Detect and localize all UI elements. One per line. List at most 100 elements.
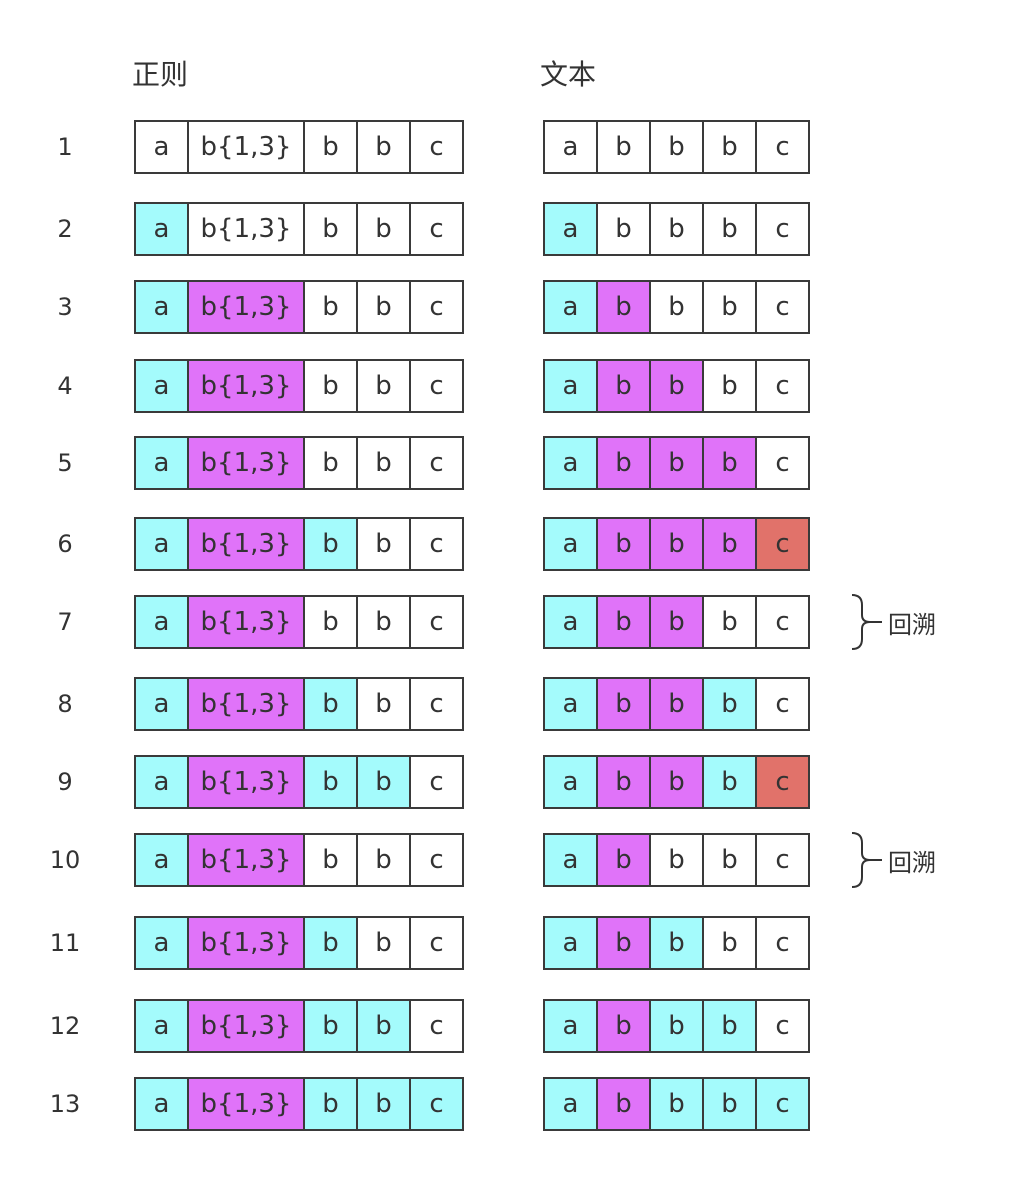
text-char-cell: a <box>543 755 598 809</box>
text-char-cell: b <box>649 595 704 649</box>
regex-strip: a b{1,3} b b c <box>134 999 464 1053</box>
regex-token-cell: a <box>134 280 189 334</box>
text-char-cell: b <box>702 120 757 174</box>
regex-token-cell: a <box>134 1077 189 1131</box>
text-char-cell: b <box>702 677 757 731</box>
text-strip: abbbc <box>543 517 810 571</box>
regex-token-cell: a <box>134 755 189 809</box>
regex-token-cell: c <box>409 436 464 490</box>
text-char-cell: c <box>755 436 810 490</box>
regex-token-cell: b{1,3} <box>187 755 305 809</box>
regex-token-cell: c <box>409 916 464 970</box>
regex-token-cell: b <box>303 677 358 731</box>
regex-token-cell: c <box>409 677 464 731</box>
regex-token-cell: b <box>303 755 358 809</box>
text-strip: abbbc <box>543 833 810 887</box>
regex-token-cell: b <box>303 916 358 970</box>
text-char-cell: b <box>702 999 757 1053</box>
text-char-cell: b <box>596 436 651 490</box>
text-strip: abbbc <box>543 595 810 649</box>
regex-token-cell: b <box>356 1077 411 1131</box>
text-char-cell: b <box>596 677 651 731</box>
regex-strip: a b{1,3} b b c <box>134 916 464 970</box>
text-char-cell: b <box>649 999 704 1053</box>
backtrack-label: 回溯 <box>888 610 936 639</box>
text-char-cell: b <box>702 517 757 571</box>
text-char-cell: a <box>543 833 598 887</box>
text-char-cell: b <box>702 202 757 256</box>
regex-token-cell: b <box>356 280 411 334</box>
step-number: 3 <box>57 293 73 321</box>
text-char-cell: b <box>596 120 651 174</box>
regex-token-cell: b <box>356 833 411 887</box>
text-char-cell: b <box>649 280 704 334</box>
regex-strip: a b{1,3} b b c <box>134 595 464 649</box>
regex-token-cell: b <box>356 916 411 970</box>
step-number: 10 <box>49 846 81 874</box>
regex-strip: a b{1,3} b b c <box>134 833 464 887</box>
text-column-header: 文本 <box>540 58 597 91</box>
text-char-cell: b <box>702 833 757 887</box>
regex-token-cell: a <box>134 517 189 571</box>
text-char-cell: c <box>755 833 810 887</box>
regex-token-cell: b{1,3} <box>187 517 305 571</box>
text-char-cell: a <box>543 677 598 731</box>
regex-strip: a b{1,3} b b c <box>134 202 464 256</box>
text-char-cell: b <box>649 755 704 809</box>
text-strip: abbbc <box>543 120 810 174</box>
text-char-cell: a <box>543 517 598 571</box>
text-strip: abbbc <box>543 677 810 731</box>
regex-token-cell: c <box>409 202 464 256</box>
regex-token-cell: c <box>409 833 464 887</box>
text-char-cell: b <box>596 517 651 571</box>
text-char-cell: c <box>755 359 810 413</box>
text-char-cell: b <box>596 999 651 1053</box>
regex-token-cell: b{1,3} <box>187 359 305 413</box>
regex-strip: a b{1,3} b b c <box>134 120 464 174</box>
text-char-cell: c <box>755 755 810 809</box>
text-char-cell: b <box>596 280 651 334</box>
step-row: 3 a b{1,3} b b c a b b b c <box>0 280 1030 334</box>
text-char-cell: b <box>649 359 704 413</box>
step-number: 13 <box>49 1090 81 1118</box>
regex-token-cell: c <box>409 1077 464 1131</box>
text-char-cell: c <box>755 999 810 1053</box>
text-char-cell: b <box>702 1077 757 1131</box>
step-number: 9 <box>57 768 73 796</box>
regex-token-cell: b <box>303 595 358 649</box>
text-char-cell: b <box>596 916 651 970</box>
text-char-cell: b <box>596 1077 651 1131</box>
regex-token-cell: a <box>134 595 189 649</box>
regex-strip: a b{1,3} b b c <box>134 436 464 490</box>
text-char-cell: c <box>755 202 810 256</box>
text-char-cell: c <box>755 595 810 649</box>
text-char-cell: b <box>596 833 651 887</box>
regex-token-cell: b{1,3} <box>187 833 305 887</box>
regex-strip: a b{1,3} b b c <box>134 359 464 413</box>
regex-strip: a b{1,3} b b c <box>134 755 464 809</box>
text-char-cell: a <box>543 999 598 1053</box>
text-char-cell: b <box>702 280 757 334</box>
regex-token-cell: b <box>356 517 411 571</box>
regex-token-cell: b <box>356 595 411 649</box>
text-strip: abbbc <box>543 436 810 490</box>
step-row: 6 a b{1,3} b b c a b b b c <box>0 517 1030 571</box>
regex-token-cell: a <box>134 677 189 731</box>
text-strip: abbbc <box>543 202 810 256</box>
text-char-cell: a <box>543 120 598 174</box>
regex-token-cell: b{1,3} <box>187 202 305 256</box>
regex-strip: a b{1,3} b b c <box>134 1077 464 1131</box>
text-char-cell: b <box>649 120 704 174</box>
step-row: 8 a b{1,3} b b c a b b b c <box>0 677 1030 731</box>
regex-token-cell: a <box>134 999 189 1053</box>
regex-token-cell: b <box>356 677 411 731</box>
step-row: 2 a b{1,3} b b c a b b b c <box>0 202 1030 256</box>
text-char-cell: b <box>702 359 757 413</box>
regex-token-cell: b <box>303 120 358 174</box>
step-row: 12 a b{1,3} b b c a b b b c <box>0 999 1030 1053</box>
regex-strip: a b{1,3} b b c <box>134 517 464 571</box>
regex-token-cell: b{1,3} <box>187 280 305 334</box>
regex-token-cell: b <box>303 359 358 413</box>
regex-token-cell: b <box>303 436 358 490</box>
text-char-cell: a <box>543 359 598 413</box>
